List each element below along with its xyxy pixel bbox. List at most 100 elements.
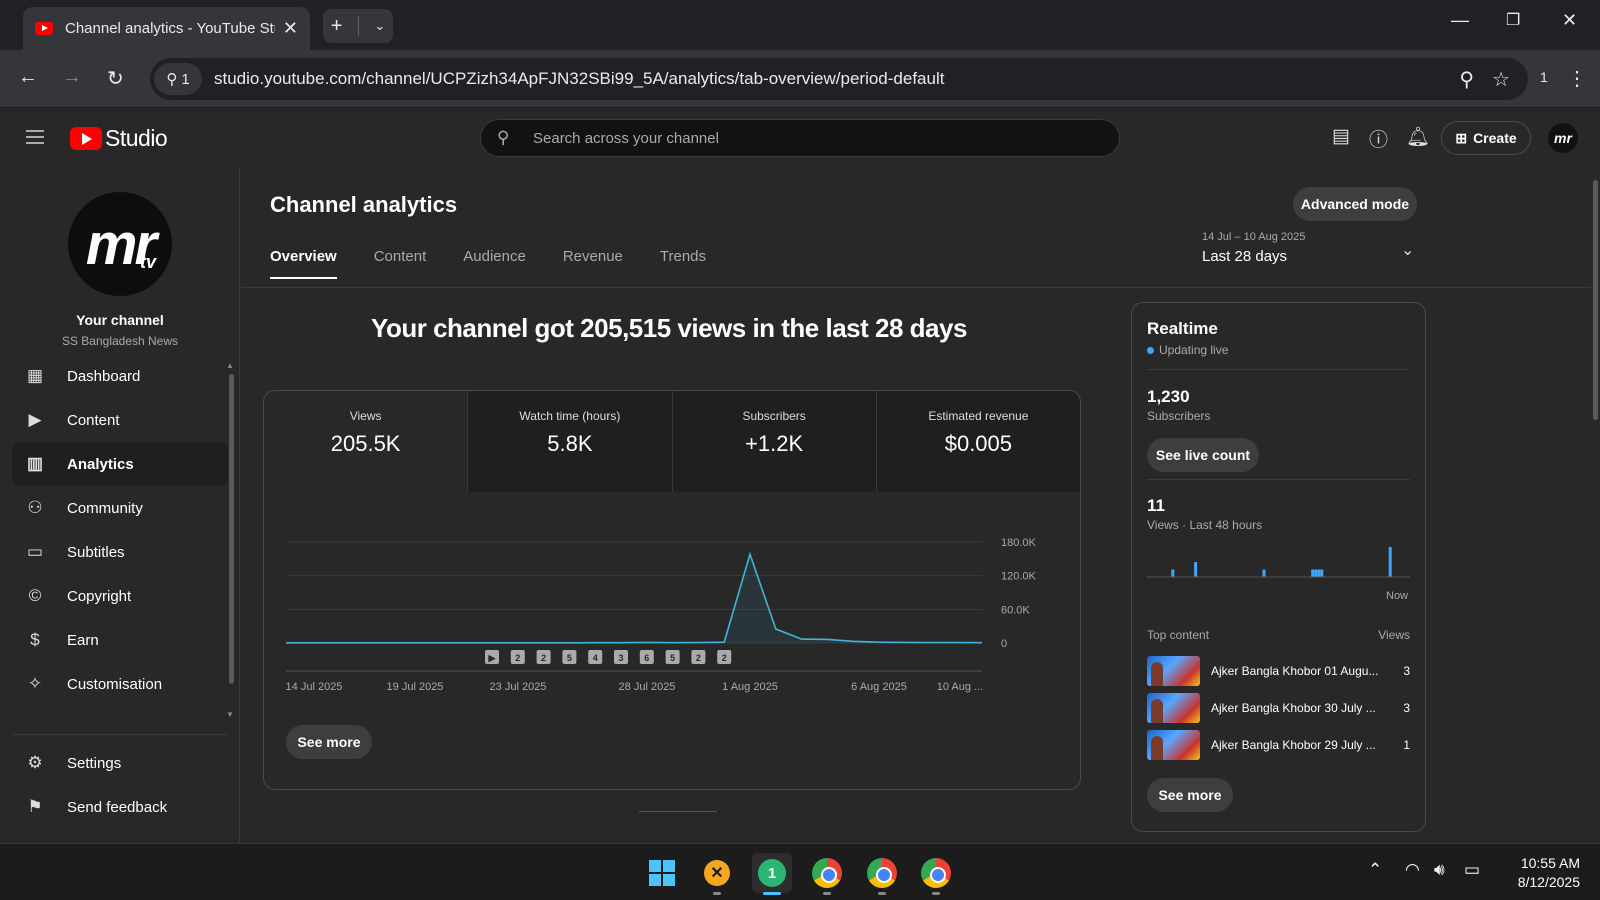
realtime-views-label: Views · Last 48 hours <box>1147 518 1263 532</box>
studio-logo[interactable]: Studio <box>70 125 168 152</box>
realtime-see-more-button[interactable]: See more <box>1147 778 1233 812</box>
sidebar-item-copyright[interactable]: © Copyright <box>12 574 228 618</box>
new-tab-separator <box>357 16 359 36</box>
top-content-row[interactable]: Ajker Bangla Khobor 01 Augu... 3 <box>1147 655 1410 687</box>
reload-icon[interactable]: ↻ <box>107 66 124 91</box>
account-avatar[interactable]: mr <box>1548 123 1578 153</box>
browser-tab[interactable]: Channel analytics - YouTube Studio ✕ <box>23 7 310 50</box>
back-arrow-icon[interactable]: ← <box>18 66 38 89</box>
metric-estimated-revenue[interactable]: Estimated revenue $0.005 <box>876 391 1080 492</box>
taskbar-clock[interactable]: 10:55 AM 8/12/2025 <box>1500 854 1580 892</box>
sidebar-item-customisation[interactable]: ✧ Customisation <box>12 662 228 706</box>
top-content-row[interactable]: Ajker Bangla Khobor 30 July ... 3 <box>1147 692 1410 724</box>
windows-taskbar: ✕ 1 ⌃ ◠ 🔊︎ ▭ 10:55 AM 8/12/2025 <box>0 843 1600 900</box>
url-text[interactable]: studio.youtube.com/channel/UCPZizh34ApFJ… <box>214 69 1459 89</box>
period-selector[interactable]: 14 Jul – 10 Aug 2025 Last 28 days <box>1202 231 1305 265</box>
sidebar-scrollbar[interactable] <box>229 374 234 684</box>
sidebar-item-analytics[interactable]: ▥ Analytics <box>12 442 228 486</box>
realtime-bar <box>1311 569 1315 577</box>
views-headline: Your channel got 205,515 views in the la… <box>371 313 967 343</box>
youtube-favicon-icon <box>35 22 53 35</box>
sidebar-item-content[interactable]: ▶ Content <box>12 398 228 442</box>
taskbar-chrome-1[interactable] <box>807 853 847 893</box>
metric-subscribers[interactable]: Subscribers +1.2K <box>672 391 877 492</box>
sidebar-item-label: Dashboard <box>67 367 141 385</box>
taskbar-indicator <box>713 892 721 895</box>
tab-revenue[interactable]: Revenue <box>563 248 623 279</box>
messages-icon[interactable]: ▤ <box>1332 125 1350 148</box>
sidebar-item-community[interactable]: ⚇ Community <box>12 486 228 530</box>
page-scrollbar[interactable] <box>1591 168 1600 843</box>
wifi-icon[interactable]: ◠ <box>1405 860 1420 880</box>
search-box: ⚲ <box>480 119 1120 157</box>
search-icon[interactable]: ⚲ <box>497 128 519 148</box>
tab-trends[interactable]: Trends <box>660 248 706 279</box>
overview-chart-card: Views 205.5K Watch time (hours) 5.8K Sub… <box>263 390 1081 790</box>
taskbar-chrome-2[interactable] <box>862 853 902 893</box>
restore-window-icon[interactable]: ❐ <box>1506 10 1520 30</box>
see-live-count-button[interactable]: See live count <box>1147 438 1259 472</box>
clock-date: 8/12/2025 <box>1517 874 1580 890</box>
channel-avatar[interactable]: mr tv <box>68 192 172 296</box>
volume-icon[interactable]: 🔊︎ <box>1434 860 1445 880</box>
browser-menu-icon[interactable]: ⋮ <box>1567 66 1587 91</box>
channel-avatar-sub-text: tv <box>140 252 157 272</box>
see-more-button[interactable]: See more <box>286 725 372 759</box>
sidebar-scroll-up-icon[interactable]: ▲ <box>226 361 234 370</box>
taskbar-app-1[interactable]: ✕ <box>697 853 737 893</box>
tab-overview[interactable]: Overview <box>270 248 337 279</box>
battery-icon[interactable]: ▭ <box>1464 860 1480 880</box>
tab-audience[interactable]: Audience <box>463 248 526 279</box>
notifications-bell-icon[interactable]: 🔔︎ <box>1406 125 1430 149</box>
hamburger-menu-icon[interactable] <box>26 130 44 144</box>
tray-chevron-up-icon[interactable]: ⌃ <box>1368 860 1382 880</box>
metric-label: Views <box>349 409 382 423</box>
sidebar-item-send-feedback[interactable]: ⚑ Send feedback <box>12 785 228 829</box>
tab-search-chevron-icon[interactable]: ⌄ <box>374 18 385 34</box>
minimize-window-icon[interactable]: — <box>1451 10 1469 31</box>
realtime-bar <box>1314 569 1318 577</box>
chrome-icon <box>921 858 951 888</box>
metric-views[interactable]: Views 205.5K <box>264 391 469 492</box>
forward-arrow-icon[interactable]: → <box>62 66 82 89</box>
site-info-button[interactable]: ⚲ 1 <box>154 63 202 95</box>
search-input[interactable] <box>533 129 1093 147</box>
create-button[interactable]: ⊞ Create <box>1441 121 1531 155</box>
period-range: 14 Jul – 10 Aug 2025 <box>1202 231 1306 243</box>
x-tick-label: 14 Jul 2025 <box>286 681 343 693</box>
help-icon[interactable]: ⓘ <box>1369 125 1388 152</box>
start-button[interactable] <box>642 853 682 893</box>
browser-address-bar: ← → ↻ ⚲ 1 studio.youtube.com/channel/UCP… <box>0 50 1600 108</box>
tab-content[interactable]: Content <box>374 248 427 279</box>
analytics-main: Channel analytics Advanced mode Overview… <box>241 168 1591 843</box>
sidebar-item-label: Content <box>67 411 120 429</box>
sidebar-item-earn[interactable]: $ Earn <box>12 618 228 662</box>
views-area <box>286 554 982 643</box>
page-scrollbar-thumb[interactable] <box>1593 180 1598 420</box>
video-title: Ajker Bangla Khobor 01 Augu... <box>1211 664 1379 678</box>
top-content-row[interactable]: Ajker Bangla Khobor 29 July ... 1 <box>1147 729 1410 761</box>
top-content-label: Top content <box>1147 628 1210 642</box>
tabs-divider <box>241 287 1591 288</box>
new-tab-plus-icon[interactable]: + <box>331 15 343 38</box>
metric-watch-time[interactable]: Watch time (hours) 5.8K <box>468 391 673 492</box>
sidebar-item-label: Settings <box>67 754 122 772</box>
taskbar-chrome-3[interactable] <box>916 853 956 893</box>
close-window-icon[interactable]: ✕ <box>1562 10 1577 31</box>
bookmark-star-icon[interactable]: ☆ <box>1492 67 1510 92</box>
live-status-text: Updating live <box>1159 343 1229 357</box>
advanced-mode-button[interactable]: Advanced mode <box>1293 187 1417 221</box>
close-tab-icon[interactable]: ✕ <box>283 18 298 39</box>
zoom-icon[interactable]: ⚲ <box>1459 67 1474 92</box>
sidebar-item-settings[interactable]: ⚙ Settings <box>12 741 228 785</box>
x-tick-label: 6 Aug 2025 <box>851 681 907 693</box>
taskbar-app-active[interactable]: 1 <box>752 853 792 893</box>
sidebar-scroll-down-icon[interactable]: ▼ <box>226 710 234 719</box>
live-dot-icon <box>1147 346 1154 354</box>
extension-count[interactable]: 1 <box>1540 69 1548 85</box>
sidebar-item-subtitles[interactable]: ▭ Subtitles <box>12 530 228 574</box>
chevron-down-icon[interactable]: ⌄ <box>1401 240 1414 260</box>
omnibox[interactable]: ⚲ 1 studio.youtube.com/channel/UCPZizh34… <box>150 58 1528 100</box>
sidebar-item-dashboard[interactable]: ▦ Dashboard <box>12 354 228 398</box>
realtime-bar <box>1171 569 1175 577</box>
